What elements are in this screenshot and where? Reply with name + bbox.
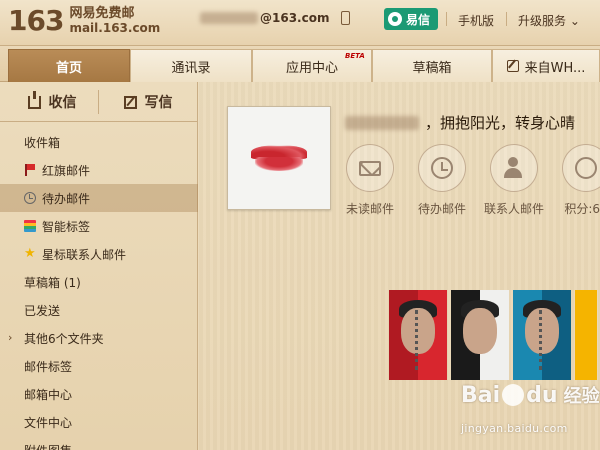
user-name-blurred [345, 115, 419, 130]
folder-drafts[interactable]: 草稿箱 (1) [0, 268, 198, 296]
download-icon [27, 90, 41, 109]
folder-list: 收件箱 红旗邮件 待办邮件 智能标签 ★ 星标联系人邮件 草稿箱 (1) 已发送… [0, 128, 198, 450]
folder-red-flag[interactable]: 红旗邮件 [0, 156, 198, 184]
folder-label: 智能标签 [42, 219, 91, 234]
tab-bar: 首页 通讯录 应用中心 BETA 草稿箱 来自WH... [0, 46, 600, 82]
tab-label: 通讯录 [171, 60, 211, 76]
greeting-text: ，拥抱阳光，转身心晴 [425, 114, 576, 132]
yixin-button[interactable]: 易信 [384, 8, 438, 30]
folder-label: 红旗邮件 [42, 163, 91, 178]
banner-slice [513, 290, 571, 380]
tab-drafts[interactable]: 草稿箱 [372, 49, 492, 82]
account-domain: @163.com [260, 11, 330, 25]
watermark-url: jingyan.baidu.com [461, 422, 568, 435]
account-name-blurred [200, 12, 258, 24]
folder-starred-contacts[interactable]: ★ 星标联系人邮件 [0, 240, 198, 268]
sidebar-action-row: 收信 写信 [0, 82, 198, 122]
folder-label: 星标联系人邮件 [42, 247, 127, 262]
banner-slice [389, 290, 447, 380]
shortcut-label: 联系人邮件 [483, 202, 544, 216]
button-divider [98, 90, 99, 114]
phone-icon[interactable] [341, 11, 351, 25]
folder-file-center[interactable]: 文件中心 [0, 408, 198, 436]
promo-banner[interactable] [389, 290, 600, 380]
tab-label: 首页 [55, 60, 82, 76]
tab-label: 来自WH... [524, 60, 586, 76]
receive-label: 收信 [48, 95, 77, 111]
compose-icon [506, 60, 519, 72]
tag-icon [24, 220, 36, 232]
mail-app: 163 网易免费邮 mail.163.com @163.com 易信 手机版 升… [0, 0, 600, 450]
folder-mail-tags[interactable]: 邮件标签 [0, 352, 198, 380]
header-divider [446, 12, 447, 26]
beta-badge: BETA [345, 52, 365, 60]
logo-url: mail.163.com [69, 21, 161, 35]
logo[interactable]: 163 网易免费邮 mail.163.com [8, 6, 160, 36]
upgrade-label: 升级服务 [518, 14, 567, 28]
envelope-icon [359, 160, 381, 176]
score-icon [575, 157, 597, 179]
tab-home[interactable]: 首页 [8, 49, 130, 82]
flag-icon [24, 164, 36, 176]
folder-other[interactable]: › 其他6个文件夹 [0, 324, 198, 352]
header-divider [506, 12, 507, 26]
greeting: ，拥抱阳光，转身心晴 [345, 112, 575, 133]
tab-compose-draft[interactable]: 来自WH... [492, 49, 600, 82]
sidebar: 收信 写信 收件箱 红旗邮件 待办邮件 智能标签 ★ 星标联系人邮件 草稿箱 (… [0, 82, 198, 450]
shortcut-score[interactable]: 积分:62 [555, 144, 600, 217]
shortcut-contacts[interactable]: 联系人邮件 [483, 144, 545, 217]
shortcut-unread[interactable]: 未读邮件 [339, 144, 401, 217]
top-header: 163 网易免费邮 mail.163.com @163.com 易信 手机版 升… [0, 0, 600, 46]
shortcut-todo[interactable]: 待办邮件 [411, 144, 473, 217]
yixin-icon [388, 12, 402, 26]
folder-label: 草稿箱 (1) [24, 275, 81, 290]
clock-icon [431, 157, 453, 179]
folder-smart-tags[interactable]: 智能标签 [0, 212, 198, 240]
folder-label: 文件中心 [24, 415, 73, 430]
logo-number: 163 [8, 4, 64, 37]
banner-slice [575, 290, 597, 380]
watermark-logo: Bai du 经验 [461, 382, 600, 408]
shortcut-label: 积分:62 [564, 202, 600, 216]
tab-label: 草稿箱 [412, 60, 452, 76]
chevron-down-icon: ⌄ [569, 14, 580, 28]
avatar[interactable] [227, 106, 331, 210]
paw-icon [502, 384, 525, 406]
folder-attachments[interactable]: 附件图集 [0, 436, 198, 450]
folder-label: 附件图集 [24, 442, 72, 450]
clock-icon [24, 192, 36, 204]
yixin-label: 易信 [406, 12, 431, 27]
folder-label: 待办邮件 [42, 191, 91, 206]
tab-app-center[interactable]: 应用中心 BETA [252, 49, 372, 82]
shortcut-label: 待办邮件 [417, 202, 466, 216]
main-content: ，拥抱阳光，转身心晴 未读邮件 待办邮件 联系人邮件 积分:62 [199, 82, 600, 450]
folder-todo[interactable]: 待办邮件 [0, 184, 198, 212]
edit-icon [123, 95, 137, 109]
star-icon: ★ [24, 246, 36, 261]
folder-label: 已发送 [24, 303, 61, 318]
tab-contacts[interactable]: 通讯录 [130, 49, 252, 82]
folder-label: 邮件标签 [24, 359, 73, 374]
account-info[interactable]: @163.com [200, 11, 351, 25]
upgrade-service-link[interactable]: 升级服务 ⌄ [518, 12, 580, 29]
folder-label: 邮箱中心 [24, 387, 73, 402]
chevron-right-icon[interactable]: › [8, 331, 12, 344]
mobile-version-link[interactable]: 手机版 [458, 12, 494, 29]
folder-inbox[interactable]: 收件箱 [0, 128, 198, 156]
contact-star-icon [503, 157, 525, 179]
lips-image [251, 143, 307, 173]
folder-sent[interactable]: 已发送 [0, 296, 198, 324]
folder-label: 其他6个文件夹 [24, 331, 104, 346]
write-label: 写信 [144, 95, 173, 111]
logo-cn: 网易免费邮 [69, 6, 135, 21]
folder-label: 收件箱 [24, 135, 61, 150]
receive-button[interactable]: 收信 [8, 86, 96, 118]
folder-mailbox-center[interactable]: 邮箱中心 [0, 380, 198, 408]
logo-text: 网易免费邮 mail.163.com [69, 6, 161, 36]
banner-slice [451, 290, 509, 380]
write-button[interactable]: 写信 [104, 86, 192, 118]
tab-label: 应用中心 [285, 60, 338, 76]
baidu-watermark: Bai du 经验 jingyan.baidu.com [461, 382, 600, 450]
shortcut-label: 未读邮件 [345, 202, 394, 216]
